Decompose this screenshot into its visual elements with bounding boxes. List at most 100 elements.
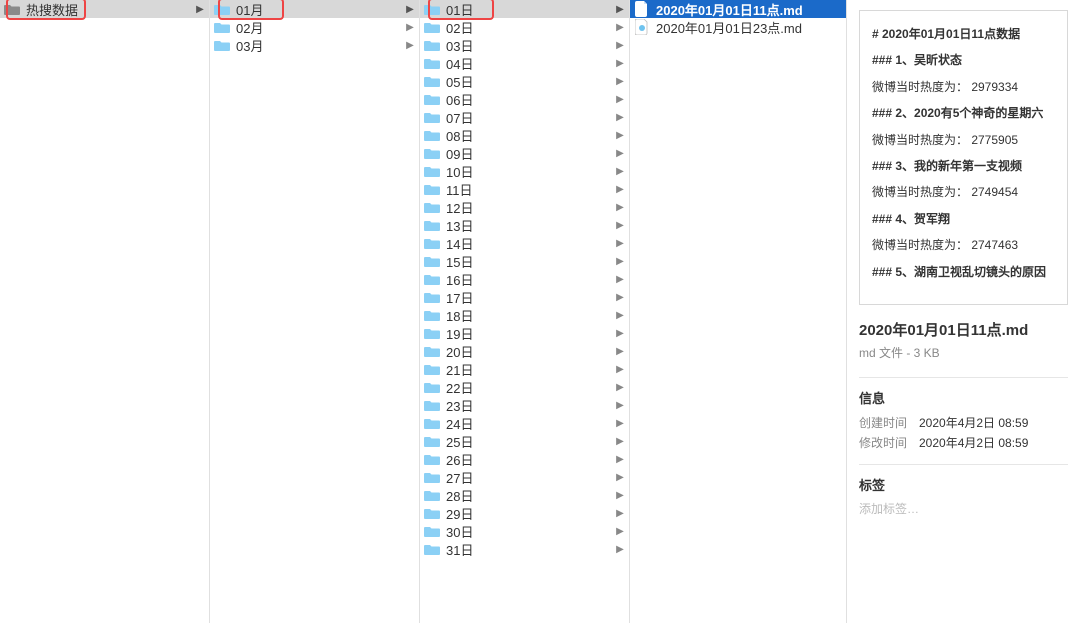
file-label: 2020年01月01日23点.md [656,18,842,37]
chevron-right-icon: ▶ [615,418,625,429]
folder-day[interactable]: 02日▶ [420,18,629,36]
chevron-right-icon: ▶ [615,184,625,195]
folder-day[interactable]: 14日▶ [420,234,629,252]
info-row: 创建时间2020年4月2日 08:59 [859,413,1068,433]
preview-line: ### 3、我的新年第一支视频 [872,153,1055,179]
folder-day[interactable]: 09日▶ [420,144,629,162]
preview-line: ### 4、贺军翔 [872,206,1055,232]
info-key: 修改时间 [859,433,919,453]
folder-icon [214,20,230,34]
folder-day[interactable]: 17日▶ [420,288,629,306]
folder-day[interactable]: 23日▶ [420,396,629,414]
folder-day[interactable]: 26日▶ [420,450,629,468]
folder-month[interactable]: 01月▶ [210,0,419,18]
folder-day[interactable]: 06日▶ [420,90,629,108]
folder-label: 02月 [236,18,405,37]
folder-day[interactable]: 27日▶ [420,468,629,486]
folder-icon [424,308,440,322]
chevron-right-icon: ▶ [405,22,415,33]
folder-label: 01月 [236,0,405,19]
folder-day[interactable]: 04日▶ [420,54,629,72]
folder-day[interactable]: 28日▶ [420,486,629,504]
folder-day[interactable]: 08日▶ [420,126,629,144]
folder-day[interactable]: 13日▶ [420,216,629,234]
folder-icon [424,434,440,448]
folder-day[interactable]: 07日▶ [420,108,629,126]
folder-day[interactable]: 20日▶ [420,342,629,360]
chevron-right-icon: ▶ [615,220,625,231]
folder-icon [4,2,20,16]
preview-line: ### 1、吴昕状态 [872,47,1055,73]
folder-label: 02日 [446,18,615,37]
folder-label: 12日 [446,198,615,217]
folder-day[interactable]: 25日▶ [420,432,629,450]
folder-day[interactable]: 10日▶ [420,162,629,180]
folder-icon [424,236,440,250]
folder-label: 29日 [446,504,615,523]
folder-label: 31日 [446,540,615,559]
info-header: 信息 [859,388,1068,407]
chevron-right-icon: ▶ [615,58,625,69]
folder-icon [424,38,440,52]
chevron-right-icon: ▶ [615,112,625,123]
chevron-right-icon: ▶ [615,274,625,285]
folder-root[interactable]: 热搜数据 ▶ [0,0,209,18]
chevron-right-icon: ▶ [405,4,415,15]
chevron-right-icon: ▶ [615,346,625,357]
folder-icon [424,128,440,142]
info-value: 2020年4月2日 08:59 [919,413,1028,433]
folder-day[interactable]: 21日▶ [420,360,629,378]
chevron-right-icon: ▶ [615,310,625,321]
folder-day[interactable]: 30日▶ [420,522,629,540]
chevron-right-icon: ▶ [615,436,625,447]
folder-day[interactable]: 01日▶ [420,0,629,18]
info-rows: 创建时间2020年4月2日 08:59修改时间2020年4月2日 08:59 [859,413,1068,454]
folder-icon [424,380,440,394]
folder-label: 03月 [236,36,405,55]
folder-icon [424,200,440,214]
folder-icon [424,452,440,466]
folder-day[interactable]: 05日▶ [420,72,629,90]
folder-day[interactable]: 16日▶ [420,270,629,288]
file-item[interactable]: 2020年01月01日11点.md [630,0,846,18]
folder-label: 26日 [446,450,615,469]
file-label: 2020年01月01日11点.md [656,0,842,19]
file-item[interactable]: 2020年01月01日23点.md [630,18,846,36]
folder-label: 19日 [446,324,615,343]
folder-day[interactable]: 19日▶ [420,324,629,342]
chevron-right-icon: ▶ [615,94,625,105]
folder-label: 22日 [446,378,615,397]
preview-filename: 2020年01月01日11点.md [859,319,1068,340]
preview-line: ### 5、湖南卫视乱切镜头的原因 [872,259,1055,285]
folder-day[interactable]: 11日▶ [420,180,629,198]
folder-icon [424,542,440,556]
folder-icon [424,470,440,484]
folder-day[interactable]: 31日▶ [420,540,629,558]
folder-label: 07日 [446,108,615,127]
folder-month[interactable]: 03月▶ [210,36,419,54]
folder-day[interactable]: 22日▶ [420,378,629,396]
folder-day[interactable]: 03日▶ [420,36,629,54]
chevron-right-icon: ▶ [615,454,625,465]
tags-placeholder[interactable]: 添加标签… [859,500,1068,517]
folder-day[interactable]: 18日▶ [420,306,629,324]
folder-icon [424,506,440,520]
folder-icon [424,524,440,538]
folder-day[interactable]: 29日▶ [420,504,629,522]
folder-month[interactable]: 02月▶ [210,18,419,36]
folder-label: 08日 [446,126,615,145]
folder-day[interactable]: 15日▶ [420,252,629,270]
folder-label: 05日 [446,72,615,91]
chevron-right-icon: ▶ [615,202,625,213]
folder-day[interactable]: 12日▶ [420,198,629,216]
folder-icon [214,38,230,52]
folder-label: 04日 [446,54,615,73]
preview-line: 微博当时热度为： 2747463 [872,232,1055,258]
folder-label: 25日 [446,432,615,451]
folder-day[interactable]: 24日▶ [420,414,629,432]
folder-label: 09日 [446,144,615,163]
preview-text-block: # 2020年01月01日11点数据### 1、吴昕状态微博当时热度为： 297… [859,10,1068,305]
preview-line: 微博当时热度为： 2775905 [872,127,1055,153]
folder-icon [424,2,440,16]
chevron-right-icon: ▶ [615,328,625,339]
